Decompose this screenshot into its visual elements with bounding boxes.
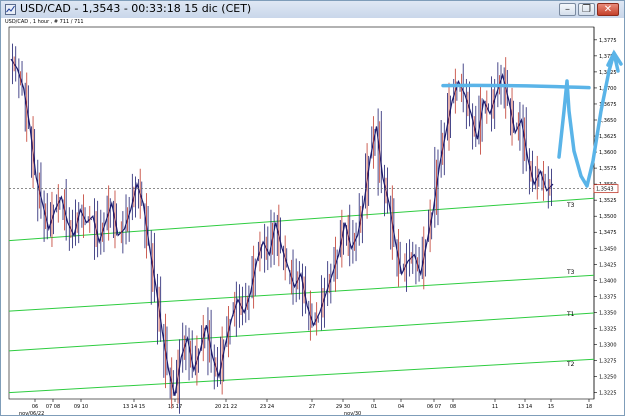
- chart-window: USD/CAD - 1,3543 - 00:33:18 15 dic (CET)…: [0, 0, 625, 417]
- x-tick-label: 15: [548, 404, 554, 410]
- y-tick-label: 1,3700: [599, 86, 617, 92]
- trendline-label: T3: [566, 202, 575, 209]
- x-tick-label: 06: [32, 404, 38, 410]
- x-tick-label: 13 14 15: [123, 404, 145, 410]
- y-tick-label: 1,3500: [599, 214, 617, 220]
- y-tick-label: 1,3625: [599, 134, 617, 140]
- x-tick-label: 29 30: [336, 404, 350, 410]
- trendline-label: T2: [566, 361, 575, 368]
- y-tick-label: 1,3650: [599, 118, 617, 124]
- time-axis: 06 07 08 09 10 13 14 15 16 17 20 21 22 23 24 27…: [19, 399, 592, 417]
- y-tick-label: 1,3775: [599, 38, 617, 44]
- x-tick-label: 13 14: [518, 404, 532, 410]
- current-price-badge-label: 1,3543: [596, 187, 614, 193]
- x-tick-label: 20 21 22: [215, 404, 237, 410]
- y-tick-label: 1,3325: [599, 326, 617, 332]
- y-tick-label: 1,3425: [599, 262, 617, 268]
- trendline-label: T1: [566, 311, 575, 318]
- y-tick-label: 1,3300: [599, 342, 617, 348]
- y-tick-label: 1,3275: [599, 359, 617, 365]
- x-tick-label: 27: [309, 404, 315, 410]
- x-tick-label: 16 17: [168, 404, 182, 410]
- y-tick-label: 1,3600: [599, 150, 617, 156]
- y-tick-label: 1,3400: [599, 278, 617, 284]
- x-tick-label: 11: [492, 404, 498, 410]
- y-tick-label: 1,3475: [599, 230, 617, 236]
- x-tick-label: 23 24: [260, 404, 274, 410]
- x-tick-label: 01: [371, 404, 377, 410]
- y-tick-label: 1,3525: [599, 198, 617, 204]
- x-tick-label: 04: [398, 404, 404, 410]
- trendline-label: T3: [566, 269, 575, 276]
- x-tick-label: 08: [450, 404, 456, 410]
- x-tick-date-label: nov/06/22: [19, 411, 44, 417]
- x-tick-label: 06 07: [427, 404, 441, 410]
- x-tick-label: 09 10: [74, 404, 88, 410]
- y-tick-label: 1,3375: [599, 294, 617, 300]
- x-tick-label: 07 08: [46, 404, 60, 410]
- plot-area: [8, 26, 595, 400]
- price-chart[interactable]: 1,37751,37501,37251,37001,36751,36501,36…: [1, 1, 625, 417]
- y-tick-label: 1,3225: [599, 391, 617, 397]
- x-tick-label: 18: [586, 404, 592, 410]
- y-tick-label: 1,3250: [599, 375, 617, 381]
- x-tick-date-label: nov/30: [344, 411, 361, 417]
- y-tick-label: 1,3450: [599, 246, 617, 252]
- y-tick-label: 1,3350: [599, 310, 617, 316]
- y-tick-label: 1,3575: [599, 166, 617, 172]
